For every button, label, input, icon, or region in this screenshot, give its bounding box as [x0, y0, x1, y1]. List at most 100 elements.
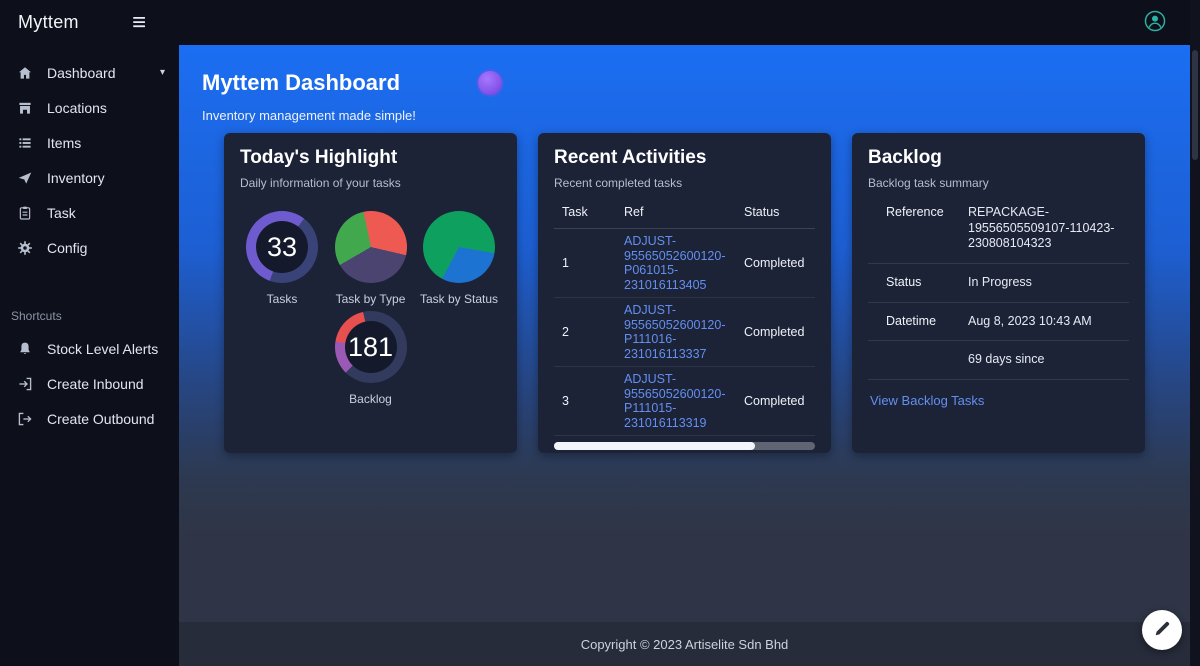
sidebar-item-label: Dashboard: [47, 65, 116, 81]
vertical-scrollbar-thumb[interactable]: [1192, 50, 1198, 160]
home-icon: [16, 65, 34, 81]
todays-highlight-card: Today's Highlight Daily information of y…: [224, 133, 517, 453]
sidebar-item-task[interactable]: Task: [0, 195, 179, 230]
tasks-chart-label: Tasks: [240, 292, 324, 306]
ref-link[interactable]: ADJUST-95565052600120-P111015-2310161133…: [624, 372, 726, 430]
backlog-row-value: In Progress: [968, 275, 1129, 291]
task-cell: 2: [554, 298, 616, 367]
backlog-row: Datetime Aug 8, 2023 10:43 AM: [868, 303, 1129, 342]
sidebar-item-label: Create Inbound: [47, 376, 144, 392]
header-badge-icon: [478, 71, 502, 95]
sidebar-item-items[interactable]: Items: [0, 125, 179, 160]
table-row: 3 ADJUST-95565052600120-P111015-23101611…: [554, 367, 815, 436]
chevron-down-icon: ▾: [160, 67, 165, 78]
backlog-row: Reference REPACKAGE-19556505509107-11042…: [868, 194, 1129, 264]
brand-logo: Myttem: [0, 12, 122, 33]
app-window: Myttem ≡ Dashboard ▾ Locations Items Inv…: [0, 0, 1200, 666]
backlog-row-value: REPACKAGE-19556505509107-110423-23080810…: [968, 205, 1129, 252]
backlog-card: Backlog Backlog task summary Reference R…: [852, 133, 1145, 453]
view-backlog-tasks-link[interactable]: View Backlog Tasks: [870, 393, 984, 408]
topbar: Myttem ≡: [0, 0, 1200, 45]
sidebar-item-label: Task: [47, 205, 76, 221]
page-header: Myttem Dashboard Inventory management ma…: [179, 45, 1190, 123]
sidebar: Dashboard ▾ Locations Items Inventory Ta…: [0, 45, 179, 666]
backlog-row-label: Status: [886, 275, 968, 291]
task-by-status-label: Task by Status: [417, 292, 501, 306]
task-by-type-chart-box: Task by Type: [329, 211, 413, 306]
horizontal-scrollbar-thumb[interactable]: [554, 442, 755, 450]
backlog-donut-chart: 181: [335, 311, 407, 383]
sidebar-item-label: Config: [47, 240, 87, 256]
backlog-row-label: [886, 352, 968, 368]
sidebar-item-dashboard[interactable]: Dashboard ▾: [0, 55, 179, 90]
sidebar-item-create-inbound[interactable]: Create Inbound: [0, 366, 179, 401]
charts-row-2: 181 Backlog: [240, 311, 501, 406]
recent-activities-card: Recent Activities Recent completed tasks…: [538, 133, 831, 453]
list-icon: [16, 135, 34, 151]
card-subtitle: Backlog task summary: [868, 176, 1129, 190]
main-content: Myttem Dashboard Inventory management ma…: [179, 45, 1190, 622]
tasks-chart-box: 33 Tasks: [240, 211, 324, 306]
backlog-row-label: Reference: [886, 205, 968, 252]
task-cell: 1: [554, 229, 616, 298]
ref-link[interactable]: ADJUST-95565052600120-P111016-2310161133…: [624, 303, 726, 361]
sign-in-icon: [16, 376, 34, 392]
gear-icon: [16, 240, 34, 256]
status-cell: Completed: [736, 367, 815, 436]
backlog-row-label: Datetime: [886, 314, 968, 330]
store-icon: [16, 100, 34, 116]
sidebar-item-label: Inventory: [47, 170, 105, 186]
ref-link[interactable]: ADJUST-95565052600120-P061015-2310161134…: [624, 234, 726, 292]
shortcuts-section-label: Shortcuts: [0, 265, 179, 331]
vertical-scrollbar[interactable]: [1190, 0, 1200, 666]
task-by-type-pie-chart: [335, 211, 407, 283]
column-header-ref: Ref: [616, 200, 736, 229]
user-account-icon: [1144, 10, 1166, 35]
bell-icon: [16, 341, 34, 357]
sign-out-icon: [16, 411, 34, 427]
footer: Copyright © 2023 Artiselite Sdn Bhd: [179, 622, 1190, 666]
backlog-count: 181: [335, 311, 407, 383]
account-button[interactable]: [1144, 10, 1166, 35]
backlog-row-value: 69 days since: [968, 352, 1129, 368]
sidebar-item-inventory[interactable]: Inventory: [0, 160, 179, 195]
column-header-task: Task: [554, 200, 616, 229]
backlog-summary-list: Reference REPACKAGE-19556505509107-11042…: [868, 194, 1129, 380]
task-by-status-pie-chart: [423, 211, 495, 283]
copyright-text: Copyright © 2023 Artiselite Sdn Bhd: [581, 637, 789, 652]
sidebar-item-label: Create Outbound: [47, 411, 154, 427]
hamburger-menu-icon[interactable]: ≡: [122, 11, 156, 35]
status-cell: Completed: [736, 298, 815, 367]
charts-row: 33 Tasks Task by Type Task by Status: [240, 211, 501, 306]
status-cell: Completed: [736, 229, 815, 298]
backlog-chart-box: 181 Backlog: [329, 311, 413, 406]
backlog-row-value: Aug 8, 2023 10:43 AM: [968, 314, 1129, 330]
task-by-type-label: Task by Type: [329, 292, 413, 306]
task-cell: 3: [554, 367, 616, 436]
card-title: Recent Activities: [554, 147, 815, 169]
table-row: 1 ADJUST-95565052600120-P061015-23101611…: [554, 229, 815, 298]
edit-fab-button[interactable]: [1142, 610, 1182, 650]
card-subtitle: Daily information of your tasks: [240, 176, 501, 190]
tasks-donut-chart: 33: [246, 211, 318, 283]
sidebar-item-label: Items: [47, 135, 81, 151]
recent-activities-table: Task Ref Status 1 ADJUST-95565052600120-…: [554, 200, 815, 436]
sidebar-item-label: Stock Level Alerts: [47, 341, 158, 357]
sidebar-item-label: Locations: [47, 100, 107, 116]
card-title: Backlog: [868, 147, 1129, 169]
sidebar-item-locations[interactable]: Locations: [0, 90, 179, 125]
sidebar-item-config[interactable]: Config: [0, 230, 179, 265]
backlog-chart-label: Backlog: [329, 392, 413, 406]
cards-row: Today's Highlight Daily information of y…: [224, 133, 1190, 453]
task-by-status-chart-box: Task by Status: [417, 211, 501, 306]
tasks-count: 33: [246, 211, 318, 283]
horizontal-scrollbar[interactable]: [554, 442, 815, 450]
backlog-row: 69 days since: [868, 341, 1129, 380]
pencil-icon: [1153, 620, 1171, 641]
page-title: Myttem Dashboard: [202, 70, 400, 96]
clipboard-icon: [16, 205, 34, 221]
sidebar-item-stock-level-alerts[interactable]: Stock Level Alerts: [0, 331, 179, 366]
column-header-status: Status: [736, 200, 815, 229]
table-row: 2 ADJUST-95565052600120-P111016-23101611…: [554, 298, 815, 367]
sidebar-item-create-outbound[interactable]: Create Outbound: [0, 401, 179, 436]
